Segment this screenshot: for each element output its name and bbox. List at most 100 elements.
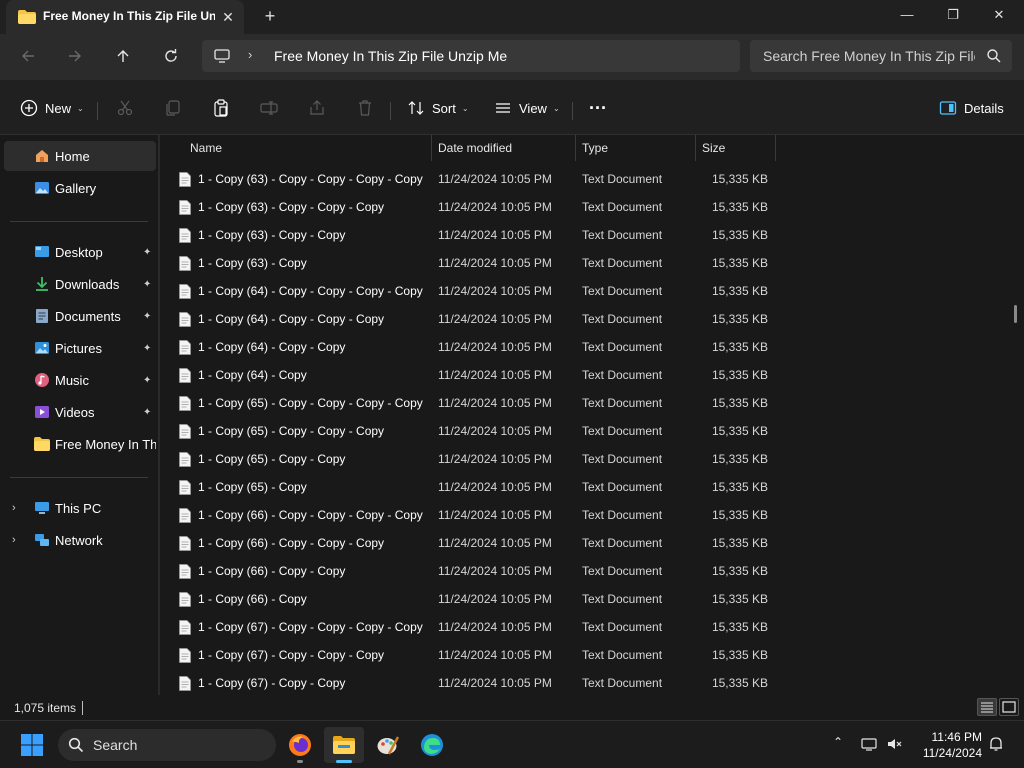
show-hidden-icons-button[interactable]: ⌃ [829,735,847,753]
delete-button[interactable] [356,94,374,122]
notifications-bell-icon[interactable] [987,735,1005,753]
table-row[interactable]: 1 - Copy (67) - Copy - Copy 11/24/2024 10… [160,669,776,695]
taskbar-search[interactable]: Search [58,729,276,761]
table-row[interactable]: 1 - Copy (63) - Copy - Copy - Copy 11/24/… [160,193,776,221]
minimize-button[interactable]: — [884,0,930,30]
table-row[interactable]: 1 - Copy (66) - Copy - Copy 11/24/2024 10… [160,557,776,585]
breadcrumb-separator[interactable]: › [248,47,252,62]
sidebar-item-home[interactable]: Home [4,141,156,171]
up-arrow-icon [117,50,129,62]
volume-muted-icon[interactable] [886,735,904,753]
view-button[interactable]: View ⌄ [494,94,560,122]
sidebar-item-label: Downloads [55,276,120,292]
table-row[interactable]: 1 - Copy (66) - Copy - Copy - Copy - Cop… [160,501,776,529]
column-header-size[interactable]: Size [696,135,776,161]
table-row[interactable]: 1 - Copy (64) - Copy - Copy 11/24/2024 10… [160,333,776,361]
table-row[interactable]: 1 - Copy (65) - Copy - Copy - Copy - Cop… [160,389,776,417]
column-header-type[interactable]: Type [576,135,696,161]
taskbar-app-file-explorer[interactable] [324,727,364,763]
table-row[interactable]: 1 - Copy (65) - Copy 11/24/2024 10:05 PM T… [160,473,776,501]
network-status-icon[interactable] [860,735,878,753]
table-row[interactable]: 1 - Copy (63) - Copy 11/24/2024 10:05 PM T… [160,249,776,277]
sidebar-item-music[interactable]: Music ✦ [4,365,156,395]
clock[interactable]: 11:46 PM 11/24/2024 [912,729,982,761]
paste-button[interactable] [212,94,230,122]
file-explorer-icon [333,736,355,754]
rename-button[interactable] [260,94,278,122]
taskbar-app-paint[interactable] [368,727,408,763]
close-window-button[interactable]: ✕ [976,0,1022,30]
new-button[interactable]: New ⌄ [20,94,84,122]
file-list-scrollbar[interactable] [1014,305,1017,323]
file-type: Text Document [582,340,663,354]
sidebar-item-this-pc[interactable]: › This PC [4,493,156,523]
network-icon [35,534,49,546]
table-row[interactable]: 1 - Copy (67) - Copy - Copy - Copy - Cop… [160,613,776,641]
windows-start-icon[interactable] [20,733,44,757]
file-size: 15,335 KB [711,228,768,242]
table-row[interactable]: 1 - Copy (66) - Copy 11/24/2024 10:05 PM T… [160,585,776,613]
search-box[interactable]: Search Free Money In This Zip File Unzip… [750,40,1012,72]
sidebar-item-downloads[interactable]: Downloads ✦ [4,269,156,299]
table-row[interactable]: 1 - Copy (65) - Copy - Copy - Copy 11/24/… [160,417,776,445]
column-header-name[interactable]: Name [184,135,432,161]
table-row[interactable]: 1 - Copy (64) - Copy 11/24/2024 10:05 PM T… [160,361,776,389]
table-row[interactable]: 1 - Copy (63) - Copy - Copy 11/24/2024 10… [160,221,776,249]
new-button-label: New [45,100,72,116]
tab-current-folder[interactable]: Free Money In This Zip File Un ✕ [6,0,244,34]
chevron-down-icon: ⌄ [461,103,469,113]
column-header-date-modified[interactable]: Date modified [432,135,576,161]
text-file-icon [179,480,191,495]
item-count: 1,075 items [14,701,77,715]
forward-button[interactable] [59,42,91,70]
sort-button[interactable]: Sort ⌄ [407,94,469,122]
chevron-right-icon[interactable]: › [12,502,16,514]
refresh-icon [165,49,177,62]
new-tab-button[interactable]: + [258,5,282,29]
documents-icon [36,309,48,323]
sidebar-divider [10,477,148,478]
this-pc-icon [35,502,49,514]
sidebar-item-documents[interactable]: Documents ✦ [4,301,156,331]
taskbar-search-input[interactable]: Search [93,737,137,753]
details-view-button[interactable] [977,698,997,716]
table-row[interactable]: 1 - Copy (65) - Copy - Copy 11/24/2024 10… [160,445,776,473]
copy-button[interactable] [164,94,182,122]
refresh-button[interactable] [155,42,187,70]
close-tab-button[interactable]: ✕ [218,7,238,27]
table-row[interactable]: 1 - Copy (63) - Copy - Copy - Copy - Cop… [160,165,776,193]
status-divider [82,701,83,715]
sidebar-item-gallery[interactable]: Gallery [4,173,156,203]
sidebar-item-videos[interactable]: Videos ✦ [4,397,156,427]
taskbar-app-edge[interactable] [412,727,452,763]
more-options-button[interactable]: ··· [589,94,607,122]
divider [572,102,573,120]
sidebar-item-free-money-folder[interactable]: Free Money In This [4,429,156,459]
file-type: Text Document [582,648,663,662]
search-input[interactable]: Search Free Money In This Zip File Unzip… [763,48,975,64]
large-icons-view-button[interactable] [999,698,1019,716]
table-row[interactable]: 1 - Copy (64) - Copy - Copy - Copy 11/24/… [160,305,776,333]
chevron-right-icon[interactable]: › [12,534,16,546]
details-pane-button[interactable]: Details [939,94,1004,122]
sidebar-item-pictures[interactable]: Pictures ✦ [4,333,156,363]
file-date-modified: 11/24/2024 10:05 PM [438,620,552,634]
table-row[interactable]: 1 - Copy (66) - Copy - Copy - Copy 11/24/… [160,529,776,557]
text-file-icon [179,452,191,467]
cut-button[interactable] [116,94,134,122]
file-size: 15,335 KB [711,424,768,438]
address-bar[interactable]: › Free Money In This Zip File Unzip Me [202,40,740,72]
sidebar-item-network[interactable]: › Network [4,525,156,555]
table-row[interactable]: 1 - Copy (67) - Copy - Copy - Copy 11/24/… [160,641,776,669]
up-button[interactable] [107,42,139,70]
table-row[interactable]: 1 - Copy (64) - Copy - Copy - Copy - Cop… [160,277,776,305]
restore-button[interactable]: ❐ [930,0,976,30]
breadcrumb-current-folder[interactable]: Free Money In This Zip File Unzip Me [274,48,507,64]
taskbar-app-firefox[interactable] [280,727,320,763]
file-date-modified: 11/24/2024 10:05 PM [438,256,552,270]
share-button[interactable] [308,94,326,122]
downloads-icon [36,277,48,291]
back-button[interactable] [12,42,44,70]
sidebar-item-desktop[interactable]: Desktop ✦ [4,237,156,267]
running-indicator [297,760,303,763]
